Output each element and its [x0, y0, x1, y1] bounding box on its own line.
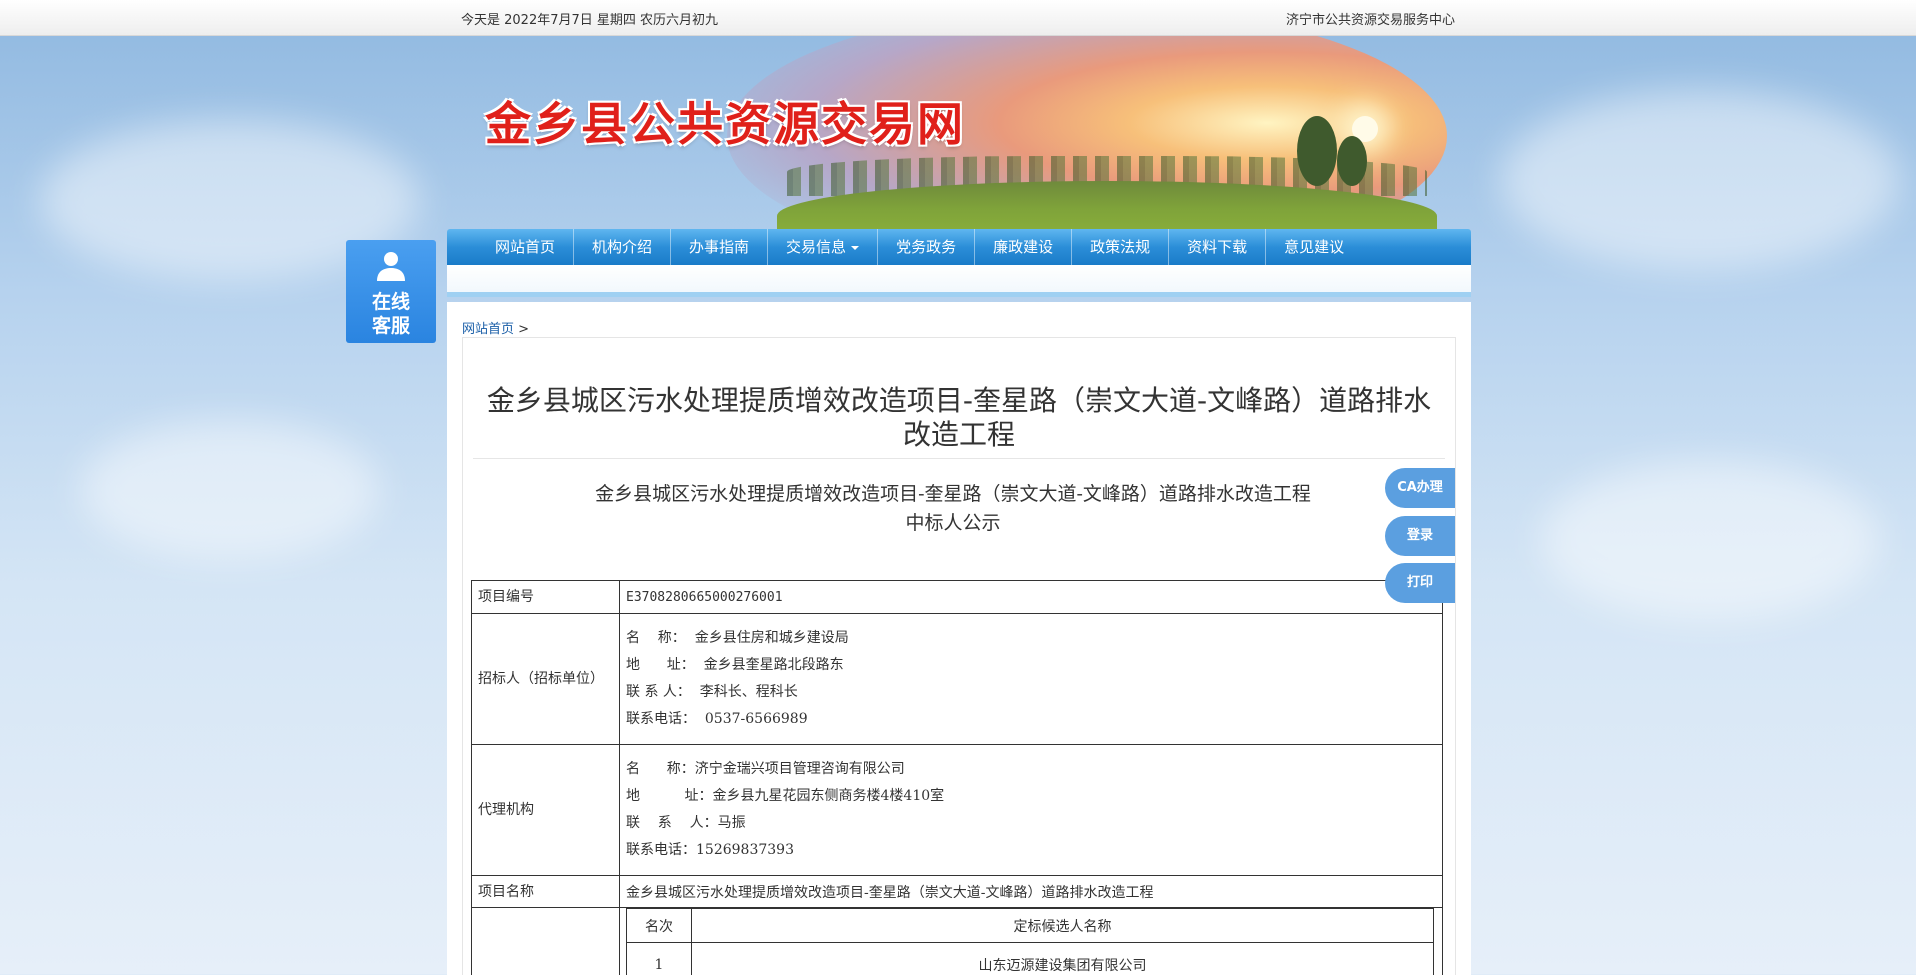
page-title: 金乡县城区污水处理提质增效改造项目-奎星路（崇文大道-文峰路）道路排水改造工程 [486, 384, 1432, 451]
tenderer-phone: 联系电话： 0537-6566989 [626, 711, 808, 727]
candidate-rank: 1 [626, 942, 692, 975]
title-divider [473, 458, 1445, 459]
project-no-value: E3708280665000276001 [619, 580, 1443, 614]
nav-item-trade-info-label: 交易信息 [786, 238, 847, 256]
info-table: 项目编号 E3708280665000276001 招标人（招标单位） 名 称：… [471, 580, 1443, 975]
breadcrumb-home-link[interactable]: 网站首页 [462, 322, 514, 337]
nav-item-downloads[interactable]: 资料下载 [1169, 229, 1267, 265]
project-name-value: 金乡县城区污水处理提质增效改造项目-奎星路（崇文大道-文峰路）道路排水改造工程 [619, 875, 1443, 908]
agency-label: 代理机构 [471, 744, 620, 876]
project-name-label: 项目名称 [471, 875, 620, 908]
nav-item-integrity[interactable]: 廉政建设 [975, 229, 1073, 265]
nav-item-feedback[interactable]: 意见建议 [1266, 229, 1362, 265]
agency-phone: 联系电话：15269837393 [626, 842, 794, 858]
agency-contact: 联 系 人：马振 [626, 815, 746, 831]
candidates-col-name: 定标候选人名称 [691, 908, 1434, 943]
background-cloud [80, 420, 380, 560]
nav-item-policy[interactable]: 政策法规 [1072, 229, 1170, 265]
background-cloud [1540, 460, 1880, 620]
agency-details: 名 称：济宁金瑞兴项目管理咨询有限公司 地 址：金乡县九星花园东侧商务楼4楼41… [619, 744, 1443, 876]
caret-down-icon [851, 245, 860, 250]
user-icon [377, 252, 405, 281]
nav-item-about[interactable]: 机构介绍 [574, 229, 672, 265]
table-row: 名次 定标候选人名称 1 山东迈源建设集团有限公司 [471, 907, 1443, 975]
agency-address: 地 址：金乡县九星花园东侧商务楼4楼410室 [626, 788, 945, 804]
table-row: 招标人（招标单位） 名 称： 金乡县住房和城乡建设局 地 址： 金乡县奎星路北段… [471, 613, 1443, 745]
breadcrumb-separator: > [518, 322, 530, 337]
print-button[interactable]: 打印 [1385, 563, 1455, 603]
login-button[interactable]: 登录 [1385, 516, 1455, 556]
agency-name: 名 称：济宁金瑞兴项目管理咨询有限公司 [626, 761, 905, 777]
document-title: 金乡县城区污水处理提质增效改造项目-奎星路（崇文大道-文峰路）道路排水改造工程 … [595, 483, 1311, 534]
background-cloud [1500, 90, 1900, 270]
banner-tree [1337, 136, 1367, 186]
nav-item-guide[interactable]: 办事指南 [671, 229, 769, 265]
table-row: 项目名称 金乡县城区污水处理提质增效改造项目-奎星路（崇文大道-文峰路）道路排水… [471, 875, 1443, 908]
nav-item-trade-info[interactable]: 交易信息 [768, 229, 879, 265]
current-date: 今天是 2022年7月7日 星期四 农历六月初九 [461, 13, 719, 28]
main-content: 网站首页 > 金乡县城区污水处理提质增效改造项目-奎星路（崇文大道-文峰路）道路… [447, 302, 1471, 975]
online-service-label: 在线 客服 [371, 291, 410, 337]
candidate-name: 山东迈源建设集团有限公司 [691, 942, 1434, 975]
table-row: 代理机构 名 称：济宁金瑞兴项目管理咨询有限公司 地 址：金乡县九星花园东侧商务… [471, 744, 1443, 876]
tenderer-address: 地 址： 金乡县奎星路北段路东 [626, 657, 844, 673]
banner-tree [1297, 116, 1337, 186]
table-row: 名次 定标候选人名称 [626, 908, 1434, 943]
project-no-label: 项目编号 [471, 580, 620, 614]
table-row: 项目编号 E3708280665000276001 [471, 580, 1443, 614]
tenderer-details: 名 称： 金乡县住房和城乡建设局 地 址： 金乡县奎星路北段路东 联 系 人： … [619, 613, 1443, 745]
sub-nav-bar [447, 265, 1471, 297]
tenderer-name: 名 称： 金乡县住房和城乡建设局 [626, 630, 849, 646]
table-row: 1 山东迈源建设集团有限公司 [626, 942, 1434, 975]
candidates-label [471, 907, 620, 975]
candidates-table: 名次 定标候选人名称 1 山东迈源建设集团有限公司 [626, 908, 1434, 975]
site-banner: 金乡县公共资源交易网 [447, 36, 1471, 232]
site-title: 金乡县公共资源交易网 [485, 97, 965, 151]
tenderer-contact: 联 系 人： 李科长、程科长 [626, 684, 798, 700]
center-name: 济宁市公共资源交易服务中心 [1285, 13, 1455, 28]
tenderer-label: 招标人（招标单位） [471, 613, 620, 745]
candidates-col-rank: 名次 [626, 908, 692, 943]
candidates-cell: 名次 定标候选人名称 1 山东迈源建设集团有限公司 [619, 907, 1443, 975]
nav-item-home[interactable]: 网站首页 [477, 229, 575, 265]
nav-item-party-affairs[interactable]: 党务政务 [878, 229, 976, 265]
top-bar: 今天是 2022年7月7日 星期四 农历六月初九 济宁市公共资源交易服务中心 [0, 0, 1916, 36]
main-nav: 网站首页 机构介绍 办事指南 交易信息 党务政务 廉政建设 政策法规 资料下载 … [447, 229, 1471, 265]
breadcrumb: 网站首页 > [462, 318, 529, 337]
online-service-button[interactable]: 在线 客服 [346, 240, 436, 343]
ca-button[interactable]: CA办理 [1385, 468, 1455, 508]
